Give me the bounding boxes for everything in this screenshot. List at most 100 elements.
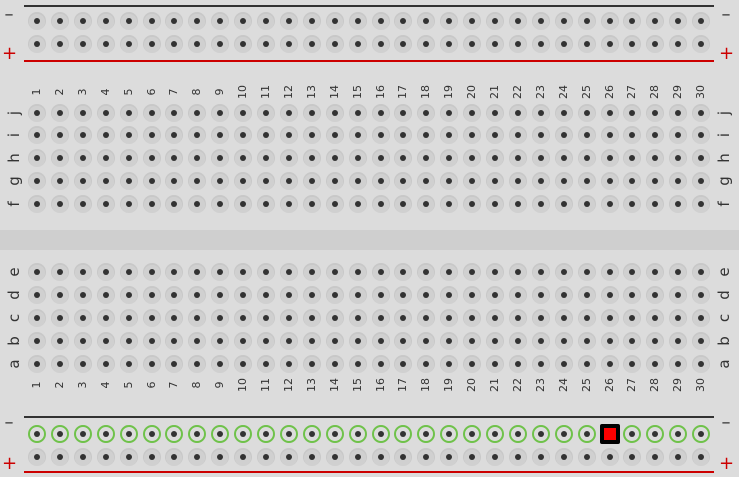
top-plus-rail-hole-14[interactable] bbox=[325, 35, 344, 53]
hole-g22[interactable] bbox=[508, 172, 527, 190]
hole-j20[interactable] bbox=[463, 104, 482, 122]
hole-b23[interactable] bbox=[531, 332, 550, 350]
hole-b5[interactable] bbox=[119, 332, 138, 350]
hole-a30[interactable] bbox=[692, 355, 711, 373]
hole-h16[interactable] bbox=[371, 149, 390, 167]
top-plus-rail-hole-1[interactable] bbox=[28, 35, 46, 53]
bottom-plus-rail-hole-6[interactable] bbox=[142, 448, 161, 466]
hole-c3[interactable] bbox=[73, 309, 92, 327]
hole-c23[interactable] bbox=[531, 309, 550, 327]
hole-a6[interactable] bbox=[142, 355, 161, 373]
hole-e11[interactable] bbox=[257, 263, 275, 281]
top-plus-rail-hole-16[interactable] bbox=[371, 35, 390, 53]
hole-j24[interactable] bbox=[554, 104, 573, 122]
hole-a2[interactable] bbox=[50, 355, 69, 373]
hole-h14[interactable] bbox=[325, 149, 344, 167]
hole-h3[interactable] bbox=[73, 149, 92, 167]
bottom-plus-rail-hole-30[interactable] bbox=[692, 448, 711, 466]
hole-f22[interactable] bbox=[508, 195, 527, 213]
hole-d13[interactable] bbox=[302, 286, 321, 304]
hole-b2[interactable] bbox=[50, 332, 69, 350]
hole-g30[interactable] bbox=[692, 172, 711, 190]
top-minus-rail-hole-2[interactable] bbox=[50, 12, 69, 30]
hole-e26[interactable] bbox=[600, 263, 619, 281]
bottom-minus-rail-hole-24[interactable] bbox=[554, 425, 573, 443]
hole-c10[interactable] bbox=[234, 309, 253, 327]
bottom-plus-rail-hole-4[interactable] bbox=[96, 448, 115, 466]
hole-h17[interactable] bbox=[394, 149, 413, 167]
top-minus-rail-hole-19[interactable] bbox=[440, 12, 459, 30]
hole-b28[interactable] bbox=[646, 332, 665, 350]
bottom-plus-rail-hole-7[interactable] bbox=[165, 448, 184, 466]
hole-d17[interactable] bbox=[394, 286, 413, 304]
hole-c28[interactable] bbox=[646, 309, 665, 327]
hole-e4[interactable] bbox=[96, 263, 115, 281]
hole-i12[interactable] bbox=[279, 126, 298, 144]
hole-i23[interactable] bbox=[531, 126, 550, 144]
top-minus-rail-hole-15[interactable] bbox=[348, 12, 367, 30]
bottom-minus-rail-hole-16[interactable] bbox=[371, 425, 390, 443]
hole-c16[interactable] bbox=[371, 309, 390, 327]
hole-i3[interactable] bbox=[73, 126, 92, 144]
hole-a15[interactable] bbox=[348, 355, 367, 373]
hole-j14[interactable] bbox=[325, 104, 344, 122]
bottom-plus-rail-hole-29[interactable] bbox=[669, 448, 688, 466]
hole-b25[interactable] bbox=[577, 332, 596, 350]
top-plus-rail-hole-10[interactable] bbox=[234, 35, 253, 53]
bottom-plus-rail-hole-3[interactable] bbox=[73, 448, 92, 466]
hole-a17[interactable] bbox=[394, 355, 413, 373]
top-minus-rail-hole-9[interactable] bbox=[211, 12, 230, 30]
hole-g15[interactable] bbox=[348, 172, 367, 190]
hole-j27[interactable] bbox=[623, 104, 642, 122]
hole-c2[interactable] bbox=[50, 309, 69, 327]
bottom-minus-rail-hole-29[interactable] bbox=[669, 425, 688, 443]
hole-i14[interactable] bbox=[325, 126, 344, 144]
top-minus-rail-hole-11[interactable] bbox=[257, 12, 275, 30]
hole-f21[interactable] bbox=[486, 195, 504, 213]
hole-i4[interactable] bbox=[96, 126, 115, 144]
hole-e6[interactable] bbox=[142, 263, 161, 281]
hole-d16[interactable] bbox=[371, 286, 390, 304]
hole-d10[interactable] bbox=[234, 286, 253, 304]
hole-b8[interactable] bbox=[188, 332, 207, 350]
hole-j23[interactable] bbox=[531, 104, 550, 122]
hole-h25[interactable] bbox=[577, 149, 596, 167]
hole-g25[interactable] bbox=[577, 172, 596, 190]
hole-a21[interactable] bbox=[486, 355, 504, 373]
hole-f6[interactable] bbox=[142, 195, 161, 213]
hole-c8[interactable] bbox=[188, 309, 207, 327]
hole-g3[interactable] bbox=[73, 172, 92, 190]
bottom-plus-rail-hole-21[interactable] bbox=[486, 448, 504, 466]
hole-d22[interactable] bbox=[508, 286, 527, 304]
hole-h6[interactable] bbox=[142, 149, 161, 167]
bottom-minus-rail-hole-21[interactable] bbox=[486, 425, 504, 443]
hole-b30[interactable] bbox=[692, 332, 711, 350]
hole-j3[interactable] bbox=[73, 104, 92, 122]
hole-c11[interactable] bbox=[257, 309, 275, 327]
hole-c22[interactable] bbox=[508, 309, 527, 327]
hole-h18[interactable] bbox=[417, 149, 436, 167]
hole-a5[interactable] bbox=[119, 355, 138, 373]
hole-h30[interactable] bbox=[692, 149, 711, 167]
hole-b17[interactable] bbox=[394, 332, 413, 350]
hole-b16[interactable] bbox=[371, 332, 390, 350]
top-minus-rail-hole-4[interactable] bbox=[96, 12, 115, 30]
hole-b11[interactable] bbox=[257, 332, 275, 350]
hole-f11[interactable] bbox=[257, 195, 275, 213]
hole-c13[interactable] bbox=[302, 309, 321, 327]
top-minus-rail-hole-28[interactable] bbox=[646, 12, 665, 30]
hole-g27[interactable] bbox=[623, 172, 642, 190]
hole-f7[interactable] bbox=[165, 195, 184, 213]
top-plus-rail-hole-25[interactable] bbox=[577, 35, 596, 53]
hole-b22[interactable] bbox=[508, 332, 527, 350]
hole-e1[interactable] bbox=[28, 263, 46, 281]
hole-i1[interactable] bbox=[28, 126, 46, 144]
hole-f15[interactable] bbox=[348, 195, 367, 213]
hole-c17[interactable] bbox=[394, 309, 413, 327]
hole-d26[interactable] bbox=[600, 286, 619, 304]
top-minus-rail-hole-8[interactable] bbox=[188, 12, 207, 30]
top-minus-rail-hole-30[interactable] bbox=[692, 12, 711, 30]
hole-d30[interactable] bbox=[692, 286, 711, 304]
hole-a4[interactable] bbox=[96, 355, 115, 373]
hole-f25[interactable] bbox=[577, 195, 596, 213]
